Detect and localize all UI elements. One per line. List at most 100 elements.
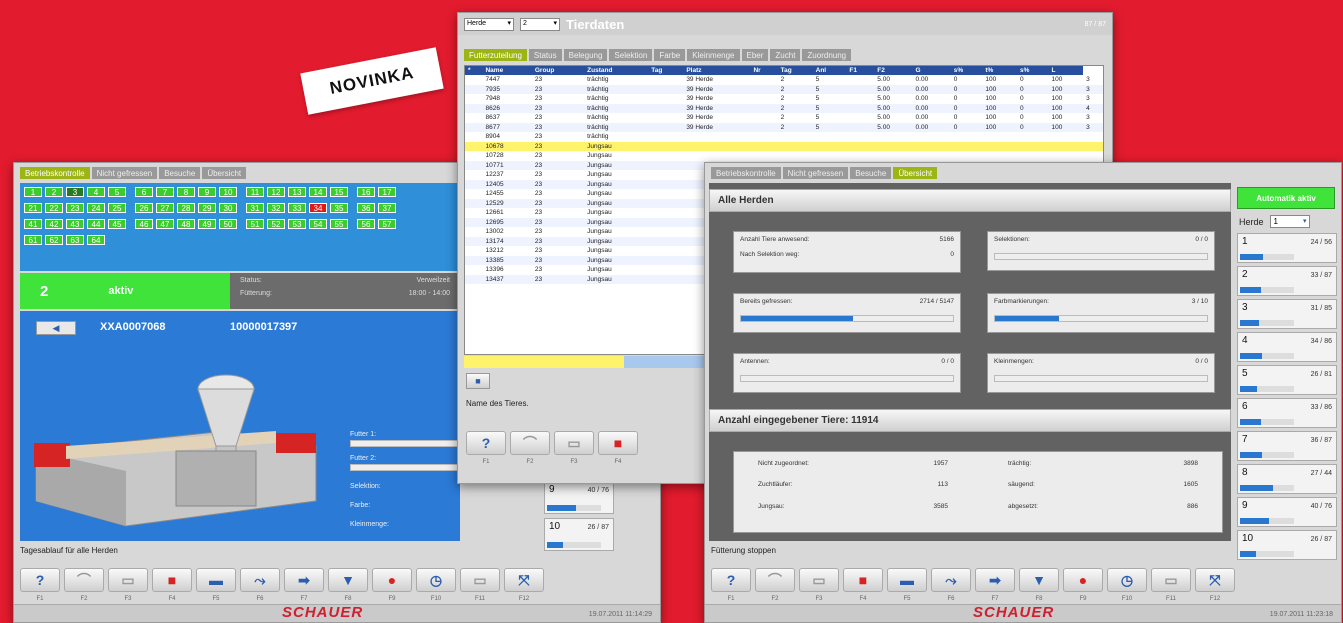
herd-button[interactable]: 10 26 / 87 bbox=[1237, 530, 1337, 560]
station-cell[interactable]: 27 bbox=[156, 203, 174, 213]
station-cell[interactable]: 62 bbox=[45, 235, 63, 245]
station-cell[interactable]: 28 bbox=[177, 203, 195, 213]
station-cell[interactable]: 50 bbox=[219, 219, 237, 229]
column-header[interactable]: Zustand bbox=[584, 66, 649, 75]
column-header[interactable]: F2 bbox=[874, 66, 913, 75]
station-cell[interactable]: 11 bbox=[246, 187, 264, 197]
column-header[interactable]: L bbox=[1048, 66, 1084, 75]
column-header[interactable]: Nr bbox=[750, 66, 778, 75]
function-key-5[interactable]: ▬ F5 bbox=[887, 568, 927, 602]
station-cell[interactable]: 36 bbox=[357, 203, 375, 213]
function-key-8[interactable]: ▼ F8 bbox=[1019, 568, 1059, 602]
table-row[interactable]: 7948 23 trächtig 39 Herde 2 5 5.00 0.00 0 100 0 100… bbox=[465, 94, 1103, 104]
station-cell[interactable]: 29 bbox=[198, 203, 216, 213]
function-key-11[interactable]: ▭ F11 bbox=[460, 568, 500, 602]
station-cell[interactable]: 56 bbox=[357, 219, 375, 229]
station-cell[interactable]: 10 bbox=[219, 187, 237, 197]
tab-nicht-gefressen[interactable]: Nicht gefressen bbox=[91, 167, 158, 179]
function-key-4[interactable]: ■ F4 bbox=[598, 431, 638, 465]
column-header[interactable]: Name bbox=[482, 66, 532, 75]
station-cell[interactable]: 32 bbox=[267, 203, 285, 213]
herd-button[interactable]: 7 36 / 87 bbox=[1237, 431, 1337, 461]
tab-1[interactable]: Status bbox=[528, 49, 562, 61]
delete-button[interactable]: ■ bbox=[466, 373, 490, 389]
tab-7[interactable]: Zucht bbox=[770, 49, 801, 61]
station-cell[interactable]: 8 bbox=[177, 187, 195, 197]
herd-button[interactable]: 6 33 / 86 bbox=[1237, 398, 1337, 428]
tab-nicht-gefressen[interactable]: Nicht gefressen bbox=[782, 167, 849, 179]
station-cell[interactable]: 31 bbox=[246, 203, 264, 213]
station-cell[interactable]: 45 bbox=[108, 219, 126, 229]
function-key-11[interactable]: ▭ F11 bbox=[1151, 568, 1191, 602]
function-key-5[interactable]: ▬ F5 bbox=[196, 568, 236, 602]
function-key-3[interactable]: ▭ F3 bbox=[108, 568, 148, 602]
column-header[interactable]: F1 bbox=[846, 66, 875, 75]
function-key-6[interactable]: ⤳ F6 bbox=[931, 568, 971, 602]
station-cell[interactable]: 42 bbox=[45, 219, 63, 229]
tab-4[interactable]: Farbe bbox=[654, 49, 686, 61]
station-cell[interactable]: 57 bbox=[378, 219, 396, 229]
function-key-7[interactable]: ➡ F7 bbox=[284, 568, 324, 602]
station-cell[interactable]: 37 bbox=[378, 203, 396, 213]
table-row[interactable]: 7447 23 trächtig 39 Herde 2 5 5.00 0.00 0 100 0 100… bbox=[465, 75, 1103, 85]
tab-besuche[interactable]: Besuche bbox=[159, 167, 201, 179]
station-cell[interactable]: 3 bbox=[66, 187, 84, 197]
function-key-10[interactable]: ◷ F10 bbox=[1107, 568, 1147, 602]
herd-button[interactable]: 9 40 / 76 bbox=[1237, 497, 1337, 527]
col-sort[interactable]: * bbox=[465, 66, 483, 75]
function-key-1[interactable]: ? F1 bbox=[20, 568, 60, 602]
herd-button[interactable]: 8 27 / 44 bbox=[1237, 464, 1337, 494]
tab-5[interactable]: Kleinmenge bbox=[687, 49, 740, 61]
tab-2[interactable]: Belegung bbox=[563, 49, 608, 61]
tab-8[interactable]: Zuordnung bbox=[802, 49, 852, 61]
station-cell[interactable]: 34 bbox=[309, 203, 327, 213]
station-cell[interactable]: 33 bbox=[288, 203, 306, 213]
station-cell[interactable]: 12 bbox=[267, 187, 285, 197]
tab-0[interactable]: Futterzuteilung bbox=[464, 49, 527, 61]
station-cell[interactable]: 35 bbox=[330, 203, 348, 213]
column-header[interactable]: s% bbox=[950, 66, 983, 75]
herd-button[interactable]: 3 31 / 85 bbox=[1237, 299, 1337, 329]
station-cell[interactable]: 17 bbox=[378, 187, 396, 197]
function-key-1[interactable]: ? F1 bbox=[466, 431, 506, 465]
station-cell[interactable]: 43 bbox=[66, 219, 84, 229]
tab-uebersicht[interactable]: Übersicht bbox=[893, 167, 938, 179]
station-cell[interactable]: 41 bbox=[24, 219, 42, 229]
herd-10-button[interactable]: 10 26 / 87 bbox=[544, 518, 614, 551]
station-cell[interactable]: 46 bbox=[135, 219, 153, 229]
station-cell[interactable]: 23 bbox=[66, 203, 84, 213]
tab-besuche[interactable]: Besuche bbox=[850, 167, 892, 179]
station-cell[interactable]: 15 bbox=[330, 187, 348, 197]
station-cell[interactable]: 63 bbox=[66, 235, 84, 245]
table-row[interactable]: 8626 23 trächtig 39 Herde 2 5 5.00 0.00 0 100 0 100… bbox=[465, 103, 1103, 113]
column-header[interactable]: t% bbox=[982, 66, 1017, 75]
table-row[interactable]: 8677 23 trächtig 39 Herde 2 5 5.00 0.00 0 100 0 100… bbox=[465, 122, 1103, 132]
station-cell[interactable]: 16 bbox=[357, 187, 375, 197]
tab-uebersicht[interactable]: Übersicht bbox=[202, 167, 247, 179]
station-cell[interactable]: 47 bbox=[156, 219, 174, 229]
function-key-3[interactable]: ▭ F3 bbox=[554, 431, 594, 465]
station-cell[interactable]: 44 bbox=[87, 219, 105, 229]
herd-dropdown[interactable]: 1 ▾ bbox=[1269, 215, 1310, 228]
column-header[interactable]: Platz bbox=[683, 66, 751, 75]
column-header[interactable]: Tag bbox=[648, 66, 684, 75]
function-key-2[interactable]: ⌒ F2 bbox=[510, 431, 550, 465]
function-key-12[interactable]: ⤧ F12 bbox=[1195, 568, 1235, 602]
station-cell[interactable]: 25 bbox=[108, 203, 126, 213]
station-cell[interactable]: 53 bbox=[288, 219, 306, 229]
column-header[interactable]: G bbox=[912, 66, 951, 75]
automatik-button[interactable]: Automatik aktiv bbox=[1237, 187, 1335, 209]
station-cell[interactable]: 26 bbox=[135, 203, 153, 213]
station-cell[interactable]: 24 bbox=[87, 203, 105, 213]
herd-button[interactable]: 4 34 / 86 bbox=[1237, 332, 1337, 362]
tab-3[interactable]: Selektion bbox=[609, 49, 653, 61]
tab-betriebskontrolle[interactable]: Betriebskontrolle bbox=[711, 167, 781, 179]
station-cell[interactable]: 6 bbox=[135, 187, 153, 197]
station-cell[interactable]: 49 bbox=[198, 219, 216, 229]
table-row[interactable]: 10678 23 Jungsau bbox=[465, 141, 1103, 151]
herd-9-button[interactable]: 9 40 / 76 bbox=[544, 481, 614, 514]
herd-button[interactable]: 2 33 / 87 bbox=[1237, 266, 1337, 296]
station-cell[interactable]: 7 bbox=[156, 187, 174, 197]
function-key-8[interactable]: ▼ F8 bbox=[328, 568, 368, 602]
station-cell[interactable]: 2 bbox=[45, 187, 63, 197]
